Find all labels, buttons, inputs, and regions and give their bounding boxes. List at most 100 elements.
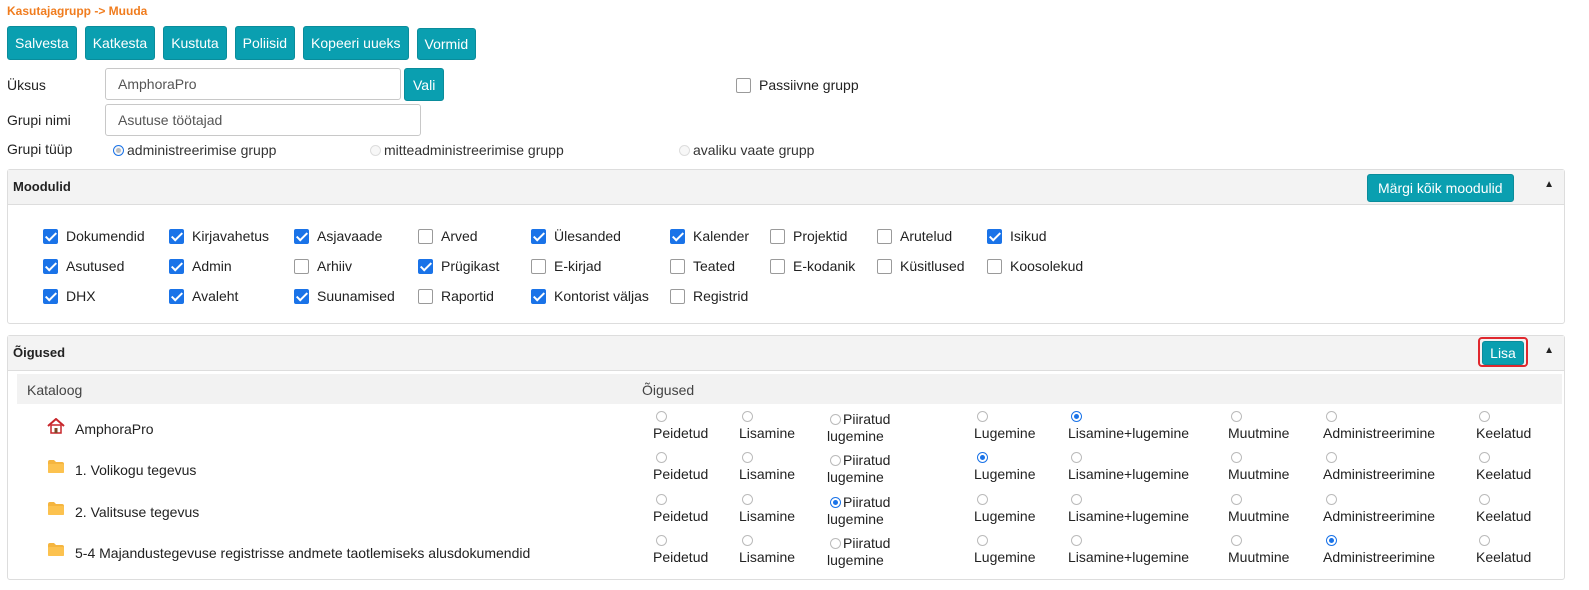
module-item[interactable]: Isikud [987, 228, 1047, 244]
right-option[interactable]: Keelatud [1476, 535, 1531, 566]
right-option-radio[interactable] [830, 497, 841, 508]
right-option-radio[interactable] [1231, 494, 1242, 505]
module-item[interactable]: Arved [418, 228, 478, 244]
module-item[interactable]: Asutused [43, 258, 124, 274]
right-option-radio[interactable] [1231, 452, 1242, 463]
group-type-admin[interactable]: administreerimise grupp [113, 142, 276, 158]
module-checkbox[interactable] [531, 258, 546, 274]
module-checkbox[interactable] [294, 258, 309, 274]
module-checkbox[interactable] [531, 288, 546, 304]
add-right-button[interactable]: Lisa [1482, 341, 1524, 365]
right-option[interactable]: Keelatud [1476, 411, 1531, 442]
save-button[interactable]: Salvesta [7, 26, 77, 60]
cancel-button[interactable]: Katkesta [84, 26, 156, 60]
right-option-radio[interactable] [977, 535, 988, 546]
choose-unit-button[interactable]: Vali [404, 68, 445, 101]
right-option-radio[interactable] [656, 494, 667, 505]
right-option[interactable]: Piiratud lugemine [827, 411, 890, 445]
module-checkbox[interactable] [418, 228, 433, 244]
module-item[interactable]: E-kirjad [531, 258, 601, 274]
policies-button[interactable]: Poliisid [234, 26, 296, 60]
right-option-radio[interactable] [742, 535, 753, 546]
module-checkbox[interactable] [670, 258, 685, 274]
right-option[interactable]: Peidetud [653, 535, 708, 566]
right-option[interactable]: Muutmine [1228, 494, 1289, 525]
module-item[interactable]: Kirjavahetus [169, 228, 269, 244]
group-type-nonadmin-radio[interactable] [370, 144, 381, 156]
module-item[interactable]: Koosolekud [987, 258, 1083, 274]
module-item[interactable]: Dokumendid [43, 228, 145, 244]
right-option[interactable]: Lugemine [974, 411, 1036, 442]
right-option-radio[interactable] [1479, 494, 1490, 505]
module-checkbox[interactable] [670, 228, 685, 244]
right-option-radio[interactable] [656, 411, 667, 422]
module-item[interactable]: Küsitlused [877, 258, 965, 274]
right-option-radio[interactable] [830, 414, 841, 425]
module-checkbox[interactable] [877, 228, 892, 244]
module-item[interactable]: Raportid [418, 288, 494, 304]
right-option-radio[interactable] [977, 411, 988, 422]
module-checkbox[interactable] [987, 258, 1002, 274]
module-item[interactable]: DHX [43, 288, 96, 304]
module-item[interactable]: Arhiiv [294, 258, 352, 274]
module-checkbox[interactable] [43, 258, 58, 274]
right-option[interactable]: Lisamine+lugemine [1068, 411, 1189, 442]
right-option-radio[interactable] [742, 411, 753, 422]
module-checkbox[interactable] [169, 258, 184, 274]
module-item[interactable]: Admin [169, 258, 232, 274]
right-option-radio[interactable] [656, 535, 667, 546]
group-type-public-radio[interactable] [679, 144, 690, 156]
right-option-radio[interactable] [1479, 411, 1490, 422]
collapse-icon[interactable]: ▲ [1544, 179, 1554, 190]
right-option-radio[interactable] [656, 452, 667, 463]
module-item[interactable]: Projektid [770, 228, 847, 244]
right-option[interactable]: Keelatud [1476, 452, 1531, 483]
right-option-radio[interactable] [1071, 535, 1082, 546]
module-item[interactable]: Ülesanded [531, 228, 621, 244]
module-checkbox[interactable] [531, 228, 546, 244]
module-item[interactable]: Teated [670, 258, 735, 274]
module-item[interactable]: Kalender [670, 228, 749, 244]
right-option[interactable]: Administreerimine [1323, 411, 1435, 442]
module-item[interactable]: Suunamised [294, 288, 395, 304]
right-option-radio[interactable] [1071, 452, 1082, 463]
group-type-public[interactable]: avaliku vaate grupp [679, 142, 814, 158]
group-type-admin-radio[interactable] [113, 144, 124, 156]
right-option[interactable]: Muutmine [1228, 535, 1289, 566]
right-option[interactable]: Administreerimine [1323, 494, 1435, 525]
module-checkbox[interactable] [169, 228, 184, 244]
right-option[interactable]: Peidetud [653, 411, 708, 442]
right-option[interactable]: Lisamine [739, 452, 795, 483]
module-item[interactable]: E-kodanik [770, 258, 855, 274]
right-option[interactable]: Administreerimine [1323, 535, 1435, 566]
copy-new-button[interactable]: Kopeeri uueks [303, 26, 409, 60]
right-option-radio[interactable] [742, 452, 753, 463]
module-checkbox[interactable] [418, 288, 433, 304]
right-option[interactable]: Piiratud lugemine [827, 452, 890, 486]
right-option-radio[interactable] [830, 538, 841, 549]
right-option[interactable]: Lisamine [739, 494, 795, 525]
right-option[interactable]: Lugemine [974, 494, 1036, 525]
right-option[interactable]: Lisamine [739, 535, 795, 566]
right-option[interactable]: Administreerimine [1323, 452, 1435, 483]
collapse-icon[interactable]: ▲ [1544, 345, 1554, 356]
module-item[interactable]: Avaleht [169, 288, 238, 304]
right-option-radio[interactable] [742, 494, 753, 505]
group-name-field[interactable]: Asutuse töötajad [105, 104, 421, 136]
right-option[interactable]: Muutmine [1228, 452, 1289, 483]
module-checkbox[interactable] [43, 288, 58, 304]
module-checkbox[interactable] [294, 288, 309, 304]
right-option-radio[interactable] [1326, 452, 1337, 463]
right-option[interactable]: Lisamine [739, 411, 795, 442]
module-item[interactable]: Registrid [670, 288, 748, 304]
module-item[interactable]: Arutelud [877, 228, 952, 244]
module-item[interactable]: Asjavaade [294, 228, 382, 244]
right-option[interactable]: Peidetud [653, 452, 708, 483]
right-option[interactable]: Lisamine+lugemine [1068, 535, 1189, 566]
right-option-radio[interactable] [977, 452, 988, 463]
module-checkbox[interactable] [770, 228, 785, 244]
module-checkbox[interactable] [43, 228, 58, 244]
module-checkbox[interactable] [770, 258, 785, 274]
right-option-radio[interactable] [1071, 494, 1082, 505]
passive-group-toggle[interactable]: Passiivne grupp [736, 77, 859, 93]
